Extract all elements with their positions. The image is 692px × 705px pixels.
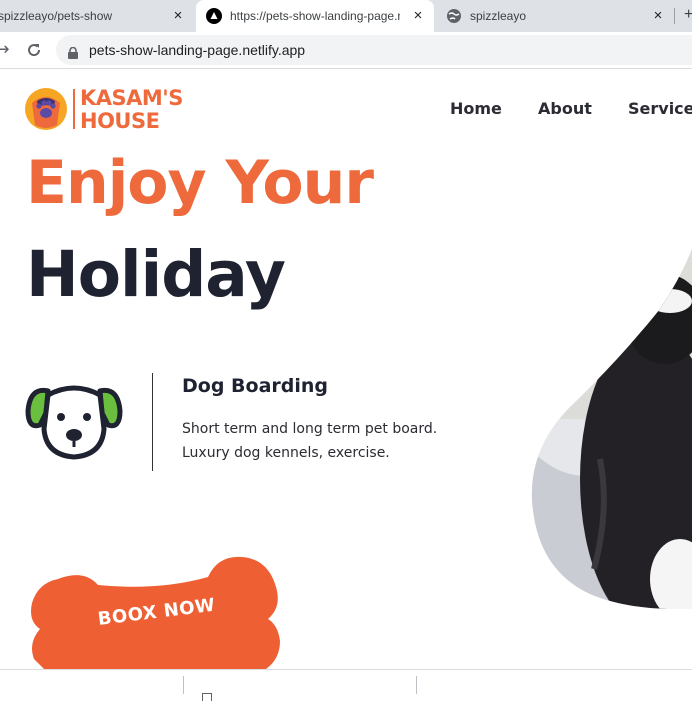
tab-separator: [674, 8, 675, 24]
hero-headline-line-1: Enjoy Your: [26, 148, 374, 218]
tab-pets-show-repo[interactable]: spizzleayo/pets-show ×: [0, 0, 194, 32]
service-description-line-2: Luxury dog kennels, exercise.: [182, 445, 390, 461]
paw-logo-icon: [25, 88, 67, 130]
site-logo[interactable]: KASAM'S HOUSE: [24, 85, 194, 135]
tab-landing-page[interactable]: https://pets-show-landing-page.netlify.a…: [196, 0, 434, 32]
tab-title: spizzleayo: [470, 9, 527, 23]
tab-spizzleayo[interactable]: spizzleayo ×: [436, 0, 674, 32]
new-tab-button[interactable]: +: [684, 6, 692, 24]
husky-photo: [531, 249, 692, 609]
file-icon: [202, 686, 212, 705]
reload-icon[interactable]: [22, 38, 46, 62]
tab-close-icon[interactable]: ×: [410, 8, 426, 24]
address-bar[interactable]: pets-show-landing-page.netlify.app: [56, 35, 692, 65]
tab-title: https://pets-show-landing-page.netlify.a…: [230, 9, 400, 23]
nav-services[interactable]: Services: [628, 99, 692, 118]
lock-icon[interactable]: [68, 44, 78, 63]
service-description: Short term and long term pet board. Luxu…: [182, 417, 437, 465]
browser-tab-strip: spizzleayo/pets-show × https://pets-show…: [0, 0, 692, 32]
browser-toolbar: → pets-show-landing-page.netlify.app: [0, 32, 692, 69]
service-description-line-1: Short term and long term pet board.: [182, 421, 438, 437]
download-bar: [0, 669, 692, 702]
globe-favicon-icon: [446, 8, 462, 27]
service-divider: [152, 373, 153, 471]
logo-divider: [73, 89, 75, 129]
dog-face-icon: [25, 385, 123, 460]
download-bar-separator: [416, 676, 417, 694]
landing-page: KASAM'S HOUSE Home About Services Enjoy …: [0, 69, 692, 669]
nav-about[interactable]: About: [538, 99, 592, 118]
forward-arrow-icon[interactable]: →: [0, 38, 14, 62]
nav-home[interactable]: Home: [450, 99, 502, 118]
logo-wordmark: KASAM'S HOUSE: [80, 87, 183, 133]
service-title: Dog Boarding: [182, 375, 329, 397]
hero-headline-line-2: Holiday: [26, 238, 286, 311]
download-bar-separator: [183, 676, 184, 694]
logo-line-2: HOUSE: [80, 109, 160, 133]
tab-close-icon[interactable]: ×: [170, 8, 186, 24]
logo-line-1: KASAM'S: [80, 86, 183, 110]
github-favicon-icon: [206, 8, 222, 27]
tab-title: spizzleayo/pets-show: [0, 9, 113, 23]
tab-close-icon[interactable]: ×: [650, 8, 666, 24]
url-text: pets-show-landing-page.netlify.app: [89, 42, 306, 58]
